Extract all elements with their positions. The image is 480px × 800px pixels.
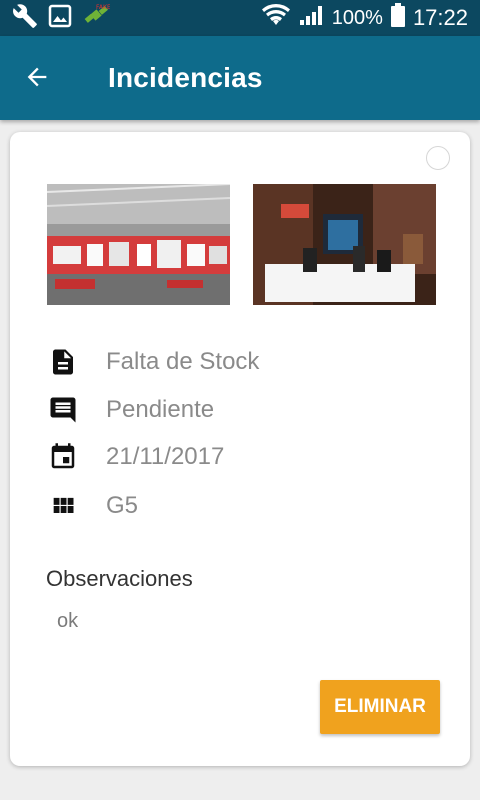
battery-text: 100%	[331, 6, 383, 29]
wrench-icon	[12, 3, 38, 34]
battery-icon	[390, 3, 405, 33]
photo-phone-display[interactable]	[253, 184, 436, 305]
status-right-icons: 100% 17:22	[261, 3, 468, 33]
page-title: Incidencias	[108, 62, 263, 93]
detail-type-text: Falta de Stock	[106, 348, 260, 375]
detail-row-status: Pendiente	[46, 390, 214, 430]
satellite-icon: FAKE	[82, 2, 111, 35]
photo-store-shelves[interactable]	[47, 184, 230, 305]
status-bar: FAKE 100% 17:22	[0, 0, 480, 36]
status-left-icons: FAKE	[12, 2, 111, 35]
svg-text:FAKE: FAKE	[96, 4, 110, 11]
observations-value: ok	[57, 610, 79, 632]
back-button[interactable]	[20, 62, 54, 96]
grid-icon	[46, 489, 80, 523]
clock: 17:22	[412, 5, 468, 30]
wifi-icon	[261, 3, 290, 33]
signal-icon	[298, 3, 324, 33]
detail-date-text: 21/11/2017	[106, 443, 225, 470]
detail-row-type: Falta de Stock	[46, 342, 259, 382]
document-icon	[46, 345, 80, 379]
delete-button[interactable]: ELIMINAR	[320, 680, 440, 734]
select-radio[interactable]	[426, 146, 450, 170]
comment-icon	[46, 393, 80, 427]
calendar-icon	[46, 440, 80, 474]
incident-card: Falta de Stock Pendiente 21/11/2017 G5 O…	[10, 132, 470, 766]
detail-row-date: 21/11/2017	[46, 437, 224, 477]
detail-status-text: Pendiente	[106, 396, 215, 423]
image-icon	[48, 4, 72, 33]
detail-row-group: G5	[46, 486, 138, 526]
app-bar: Incidencias	[0, 36, 480, 120]
observations-label: Observaciones	[46, 566, 193, 591]
detail-group-text: G5	[106, 492, 139, 519]
arrow-back-icon	[23, 63, 51, 96]
